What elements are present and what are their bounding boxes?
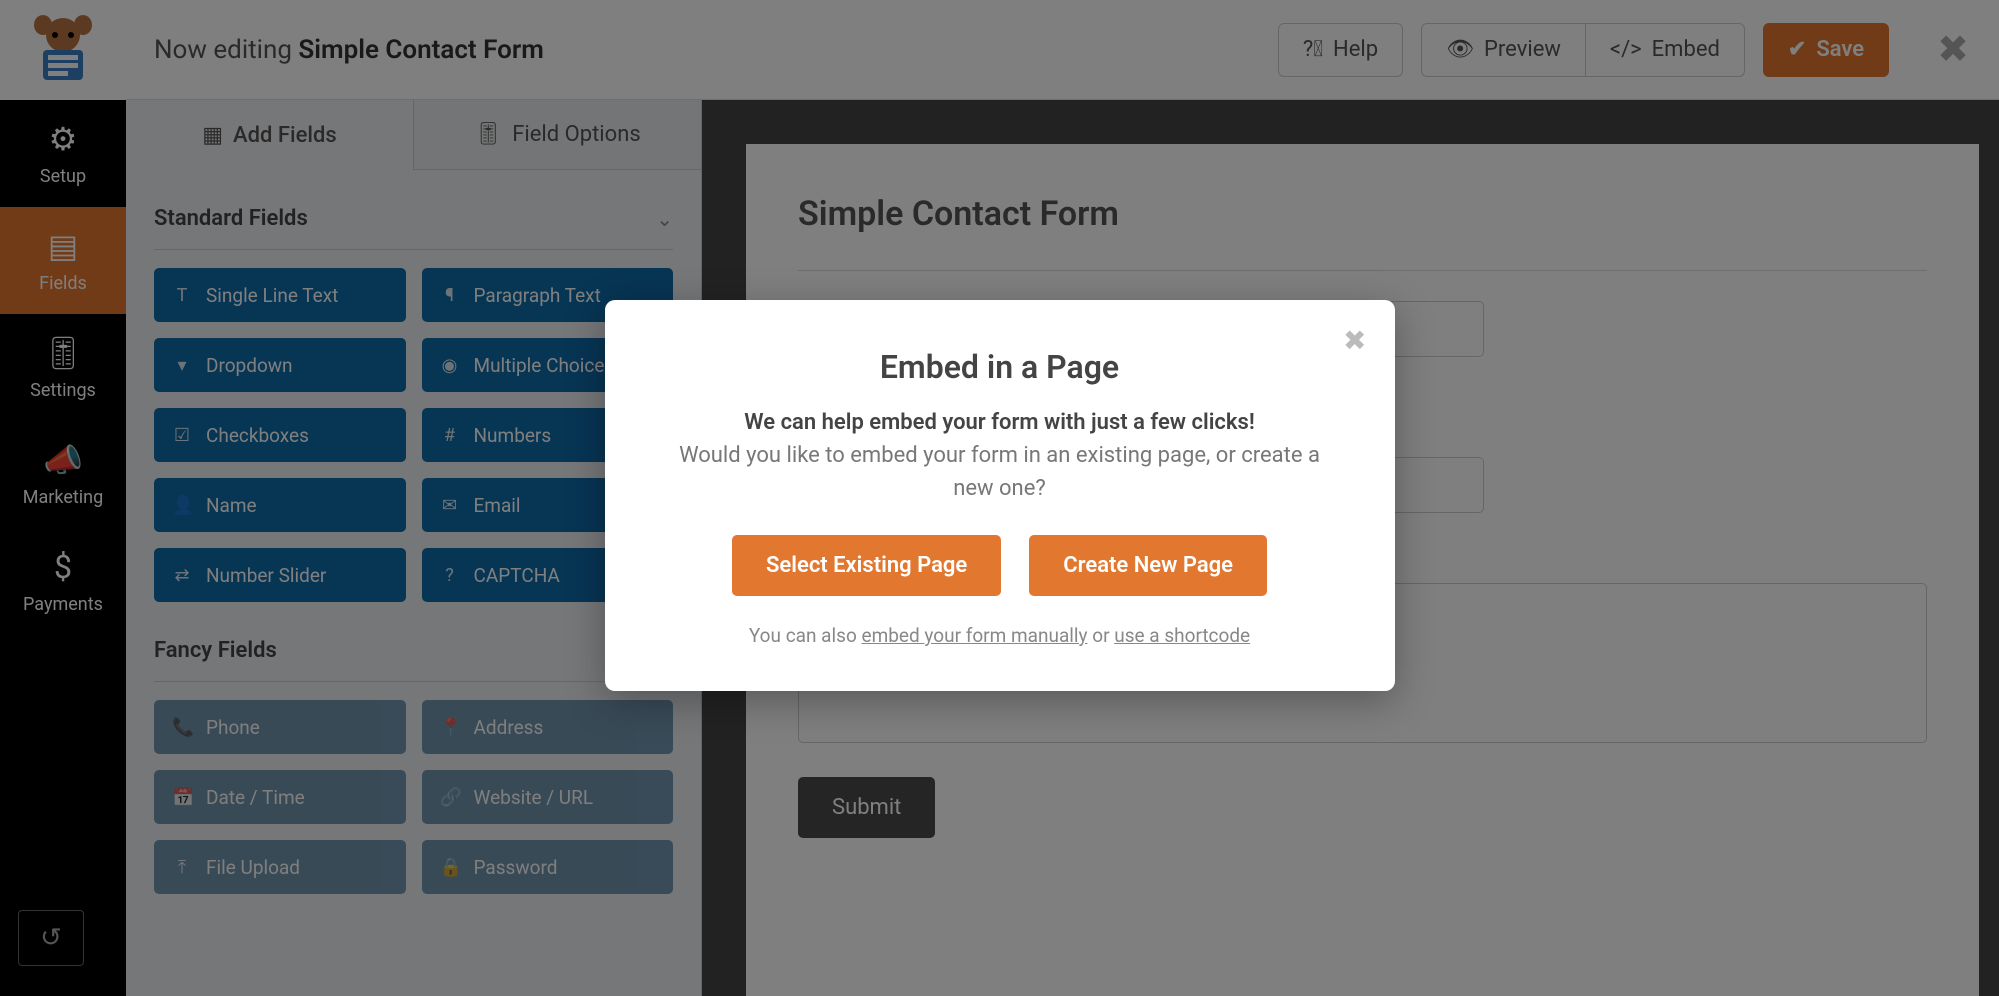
modal-overlay: ✖ Embed in a Page We can help embed your…	[0, 0, 1999, 996]
create-new-page-button[interactable]: Create New Page	[1029, 535, 1267, 596]
modal-lead: We can help embed your form with just a …	[659, 410, 1341, 435]
select-existing-page-button[interactable]: Select Existing Page	[732, 535, 1001, 596]
modal-subtext: Would you like to embed your form in an …	[659, 439, 1341, 505]
modal-close-button[interactable]: ✖	[1343, 324, 1366, 357]
footer-text: or	[1088, 624, 1115, 647]
use-shortcode-link[interactable]: use a shortcode	[1114, 624, 1250, 647]
footer-text: You can also	[749, 624, 862, 647]
modal-footer: You can also embed your form manually or…	[659, 624, 1341, 647]
embed-modal: ✖ Embed in a Page We can help embed your…	[605, 300, 1395, 691]
embed-manually-link[interactable]: embed your form manually	[862, 624, 1088, 647]
close-icon: ✖	[1343, 324, 1366, 357]
modal-title: Embed in a Page	[659, 348, 1341, 386]
